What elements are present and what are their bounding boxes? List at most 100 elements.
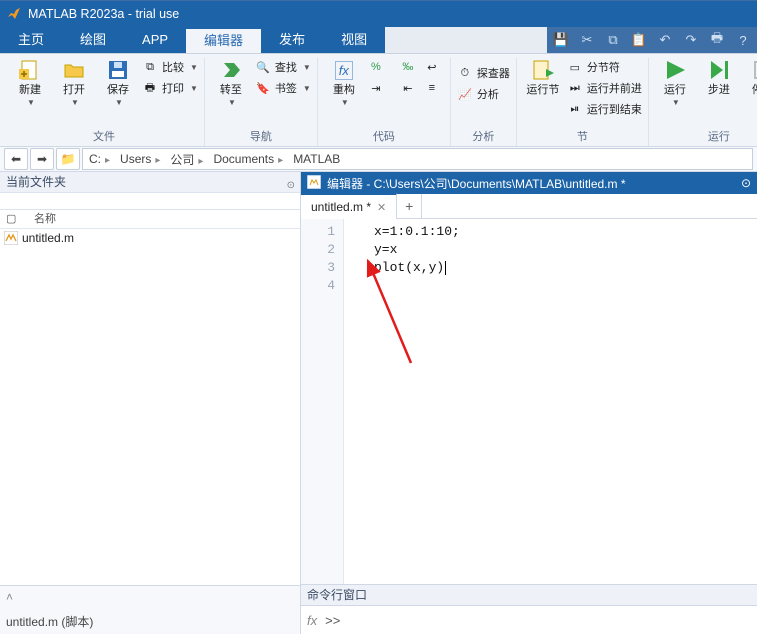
run-advance-button[interactable]: ⏭运行并前进: [567, 79, 642, 97]
tab-view[interactable]: 视图: [323, 27, 385, 53]
col-name[interactable]: 名称: [28, 210, 62, 228]
wrap-icon: ↩: [424, 59, 440, 75]
tab-publish[interactable]: 发布: [261, 27, 323, 53]
goto-button[interactable]: 转至▼: [211, 58, 251, 107]
analyze-button[interactable]: 📈分析: [457, 85, 510, 103]
compare-button[interactable]: ⧉比较▼: [142, 58, 198, 76]
step-icon: [707, 58, 731, 82]
main-tabstrip: 主页 绘图 APP 编辑器 发布 视图 💾 ✂ ⧉ 📋 ↶ ↷ 🖶 ?: [0, 27, 757, 54]
col-icon[interactable]: ▢: [0, 210, 28, 228]
command-window-header: 命令行窗口: [301, 584, 757, 605]
comment-button[interactable]: %: [368, 58, 396, 76]
new-tab-button[interactable]: +: [397, 194, 422, 218]
current-folder-panel: 当前文件夹 ⊙ ▢ 名称 untitled.m ˄ untitled.m (脚本…: [0, 172, 301, 634]
matlab-logo-icon: [6, 6, 22, 22]
detail-collapse-icon[interactable]: ˄: [6, 590, 13, 604]
redo-icon[interactable]: ↷: [683, 32, 699, 48]
editor-header: 编辑器 - C:\Users\公司\Documents\MATLAB\untit…: [301, 172, 757, 194]
breadcrumb[interactable]: C:▸ Users▸ 公司▸ Documents▸ MATLAB: [82, 148, 753, 170]
save-disk-icon: [106, 58, 130, 82]
wrap-button[interactable]: ↩: [424, 58, 444, 76]
percent2-icon: ‰: [400, 59, 416, 75]
indent-icon: ⇥: [368, 80, 384, 96]
run-to-end-button[interactable]: ⏯运行到结束: [567, 100, 642, 118]
detail-bar: ˄: [0, 585, 300, 608]
open-button[interactable]: 打开▼: [54, 58, 94, 107]
crumb-users[interactable]: Users▸: [120, 152, 164, 166]
save-button[interactable]: 保存▼: [98, 58, 138, 107]
step-button[interactable]: 步进: [699, 58, 739, 96]
code-area[interactable]: x=1:0.1:10; y=x plot(x,y): [344, 219, 757, 584]
group-label-code: 代码: [373, 128, 395, 144]
editor-doc-icon: [307, 175, 321, 192]
stop-button[interactable]: 停止: [743, 58, 757, 96]
new-file-icon: [18, 58, 42, 82]
section-break-button[interactable]: ▭分节符: [567, 58, 642, 76]
close-tab-icon[interactable]: ✕: [377, 201, 386, 214]
text-cursor: [445, 261, 446, 275]
ribbon: 新建▼ 打开▼ 保存▼ ⧉比较▼ 🖶打印▼ 文件: [0, 54, 757, 147]
crumb-documents[interactable]: Documents▸: [213, 152, 287, 166]
tab-editor[interactable]: 编辑器: [186, 27, 261, 53]
play-icon: [663, 58, 687, 82]
run-section-icon: [531, 58, 555, 82]
command-window[interactable]: fx >>: [301, 605, 757, 634]
crumb-drive[interactable]: C:▸: [89, 152, 114, 166]
format-button[interactable]: ≡: [424, 79, 444, 97]
code-line[interactable]: y=x: [374, 241, 757, 259]
new-button[interactable]: 新建▼: [10, 58, 50, 107]
nav-up-button[interactable]: 📁: [56, 148, 80, 170]
undo-icon[interactable]: ↶: [657, 32, 673, 48]
m-file-icon: [4, 231, 18, 245]
file-list-header: ▢ 名称: [0, 210, 300, 229]
run-advance-icon: ⏭: [567, 80, 583, 96]
code-editor[interactable]: 1 2 3 4 x=1:0.1:10; y=x plot(x,y): [301, 219, 757, 584]
code-line[interactable]: x=1:0.1:10;: [374, 223, 757, 241]
editor-title: 编辑器 - C:\Users\公司\Documents\MATLAB\untit…: [327, 175, 626, 192]
nav-back-button[interactable]: ⬅: [4, 148, 28, 170]
uncomment-button[interactable]: ‰: [400, 58, 420, 76]
indent-button[interactable]: ⇥: [368, 79, 396, 97]
titlebar: MATLAB R2023a - trial use: [0, 1, 757, 27]
print-icon[interactable]: 🖶: [709, 32, 725, 48]
fx-icon: fx: [332, 58, 356, 82]
document-tabs: untitled.m * ✕ +: [301, 194, 757, 219]
list-item[interactable]: untitled.m: [0, 229, 300, 247]
panel-menu-icon[interactable]: ⊙: [741, 176, 751, 190]
print-button[interactable]: 🖶打印▼: [142, 79, 198, 97]
crumb-company[interactable]: 公司▸: [170, 151, 207, 168]
compare-icon: ⧉: [142, 59, 158, 75]
panel-menu-icon[interactable]: ⊙: [287, 176, 295, 196]
group-label-nav: 导航: [250, 128, 272, 144]
doc-tab[interactable]: untitled.m * ✕: [301, 193, 397, 219]
nav-forward-button[interactable]: ➡: [30, 148, 54, 170]
run-button[interactable]: 运行▼: [655, 58, 695, 107]
tab-home[interactable]: 主页: [0, 27, 62, 53]
search-icon: 🔍: [255, 59, 271, 75]
refactor-button[interactable]: fx 重构▼: [324, 58, 364, 107]
folder-up-icon: 📁: [61, 152, 76, 166]
profiler-button[interactable]: ⏱探查器: [457, 64, 510, 82]
copy-icon[interactable]: ⧉: [605, 32, 621, 48]
stop-icon: [751, 58, 757, 82]
folder-tree-strip: [0, 193, 300, 210]
address-bar: ⬅ ➡ 📁 C:▸ Users▸ 公司▸ Documents▸ MATLAB: [0, 147, 757, 172]
format-icon: ≡: [424, 80, 440, 96]
file-list: ▢ 名称 untitled.m: [0, 210, 300, 585]
find-button[interactable]: 🔍查找▼: [255, 58, 311, 76]
group-label-section: 节: [577, 128, 588, 144]
run-section-button[interactable]: 运行节: [523, 58, 563, 96]
help-icon[interactable]: ?: [735, 32, 751, 48]
bookmark-button[interactable]: 🔖书签▼: [255, 79, 311, 97]
percent-icon: %: [368, 59, 384, 75]
tab-apps[interactable]: APP: [124, 27, 186, 53]
command-prompt: >>: [325, 613, 340, 628]
paste-icon[interactable]: 📋: [631, 32, 647, 48]
ribbon-group-nav: 转至▼ 🔍查找▼ 🔖书签▼ 导航: [205, 58, 318, 146]
save-icon[interactable]: 💾: [553, 32, 569, 48]
crumb-matlab[interactable]: MATLAB: [293, 152, 340, 166]
code-line[interactable]: plot(x,y): [374, 259, 757, 277]
outdent-button[interactable]: ⇤: [400, 79, 420, 97]
cut-icon[interactable]: ✂: [579, 32, 595, 48]
tab-plots[interactable]: 绘图: [62, 27, 124, 53]
